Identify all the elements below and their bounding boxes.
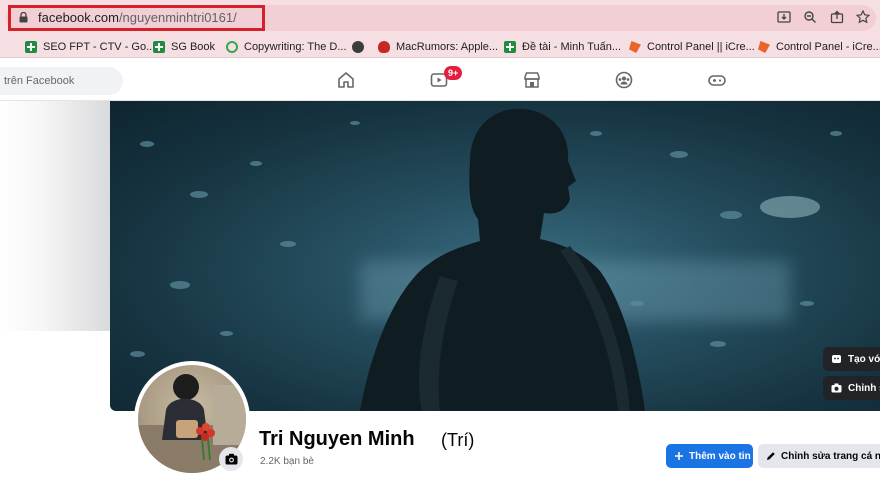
macrumors-icon	[378, 41, 390, 53]
browser-toolbar: facebook.com/nguyenminhtri0161/	[0, 0, 880, 36]
fish	[250, 161, 262, 166]
bookmark-item[interactable]: SG Book	[153, 39, 215, 55]
bookmark-label: Control Panel || iCre...	[647, 41, 755, 53]
edit-profile-label: Chỉnh sửa trang cá nhân	[781, 450, 880, 462]
profile-name: Tri Nguyen Minh	[259, 428, 415, 450]
sheets-icon	[504, 41, 516, 53]
friends-count[interactable]: 2.2K bạn bè	[260, 456, 314, 467]
edit-profile-button[interactable]: Chỉnh sửa trang cá nhân	[758, 444, 880, 468]
zoom-icon[interactable]	[802, 10, 818, 26]
sheets-icon	[25, 41, 37, 53]
fish	[140, 141, 154, 147]
bookmark-item[interactable]: MacRumors: Apple...	[378, 39, 498, 55]
fish	[280, 241, 296, 247]
bookmark-item[interactable]: Copywriting: The D...	[226, 39, 347, 55]
fish	[170, 281, 190, 289]
groups-icon[interactable]	[615, 71, 633, 89]
pencil-icon	[767, 452, 775, 460]
bookmark-item[interactable]: Đề tài - Minh Tuấn...	[504, 39, 621, 55]
bookmark-item[interactable]	[352, 39, 370, 55]
url-highlight-box	[8, 5, 265, 31]
fish	[220, 331, 233, 336]
facebook-header: trên Facebook	[0, 59, 880, 101]
install-app-icon[interactable]	[776, 10, 792, 26]
edit-cover-label: Chỉnh sử	[848, 382, 880, 394]
camera-icon	[831, 383, 842, 393]
share-icon[interactable]	[829, 10, 845, 26]
profile-alternate-name: (Trí)	[441, 430, 475, 450]
bookmark-item[interactable]: SEO FPT - CTV - Go...	[25, 39, 155, 55]
bookmark-star-icon[interactable]	[855, 9, 871, 26]
home-icon[interactable]	[337, 71, 355, 89]
bookmark-label: MacRumors: Apple...	[396, 41, 499, 53]
update-avatar-button[interactable]	[219, 447, 243, 471]
icreativ-icon	[758, 41, 770, 53]
bookmark-item[interactable]: Control Panel - iCre...	[758, 39, 880, 55]
globe-icon	[352, 41, 364, 53]
avatar-sticker-icon	[831, 354, 842, 364]
create-with-avatar-button[interactable]: Tạo vớ	[823, 347, 880, 371]
person-silhouette	[360, 108, 645, 411]
add-to-story-label: Thêm vào tin	[689, 450, 751, 462]
sheets-icon	[153, 41, 165, 53]
bookmark-label: Control Panel - iCre...	[776, 41, 880, 53]
camera-icon	[225, 453, 237, 465]
fish	[830, 131, 842, 136]
bookmark-label: Copywriting: The D...	[244, 41, 347, 53]
icreativ-icon	[629, 41, 641, 53]
cover-left-fade	[0, 101, 110, 331]
bookmark-label: SEO FPT - CTV - Go...	[43, 41, 156, 53]
bookmark-label: Đề tài - Minh Tuấn...	[522, 41, 622, 53]
cover-photo[interactable]	[110, 101, 880, 411]
bookmark-item[interactable]: Control Panel || iCre...	[629, 39, 755, 55]
fish	[720, 211, 742, 219]
notification-badge: 9+	[444, 66, 463, 80]
fish	[190, 191, 208, 198]
marketplace-icon[interactable]	[523, 71, 541, 89]
search-placeholder: trên Facebook	[4, 75, 75, 87]
ring-icon	[226, 41, 238, 53]
gaming-icon[interactable]	[708, 71, 726, 89]
plus-icon	[675, 452, 683, 460]
create-with-avatar-label: Tạo vớ	[848, 353, 880, 365]
fish	[760, 196, 820, 218]
edit-cover-button[interactable]: Chỉnh sử	[823, 376, 880, 400]
fish	[670, 151, 688, 158]
fish	[710, 341, 726, 347]
bookmarks-bar: SEO FPT - CTV - Go... SG Book Copywritin…	[0, 36, 880, 58]
fish	[800, 301, 814, 306]
fish	[130, 351, 145, 357]
add-to-story-button[interactable]: Thêm vào tin	[666, 444, 753, 468]
bookmark-label: SG Book	[171, 41, 216, 53]
